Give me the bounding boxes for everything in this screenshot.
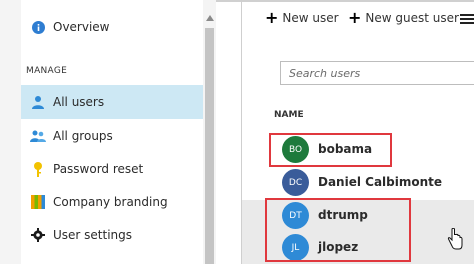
new-user-button[interactable]: + New user: [265, 10, 339, 26]
sidebar-item-all-users[interactable]: All users: [21, 85, 203, 119]
highlight-box-selected-users: [265, 198, 411, 262]
avatar: DC: [282, 169, 309, 196]
highlight-box-bobama: [269, 133, 392, 167]
branding-icon: [30, 194, 46, 210]
gear-icon: [30, 227, 46, 243]
sidebar-item-password-reset[interactable]: Password reset: [21, 153, 203, 185]
sidebar-item-label: Company branding: [53, 195, 168, 209]
new-guest-user-button[interactable]: + New guest user: [348, 10, 459, 26]
plus-icon: +: [348, 8, 362, 27]
column-header-name: NAME: [274, 110, 304, 120]
new-user-label: New user: [282, 11, 339, 25]
info-icon: [30, 19, 46, 35]
hand-cursor-icon: [447, 227, 463, 250]
sidebar-item-user-settings[interactable]: User settings: [21, 219, 203, 251]
sidebar-item-label: User settings: [53, 228, 133, 242]
manage-section-header: MANAGE: [26, 66, 68, 76]
plus-icon: +: [265, 8, 279, 27]
sidebar-item-label: Password reset: [53, 162, 144, 176]
sidebar-item-label: All users: [53, 95, 105, 109]
sidebar-item-label: All groups: [53, 129, 113, 143]
sidebar-item-company-branding[interactable]: Company branding: [21, 186, 203, 218]
sidebar-item-all-groups[interactable]: All groups: [21, 120, 203, 152]
groups-icon: [30, 128, 46, 144]
sidebar-item-label: Overview: [53, 20, 110, 34]
key-icon: [30, 161, 46, 177]
sidebar-item-overview[interactable]: Overview: [21, 13, 203, 41]
new-guest-user-label: New guest user: [365, 11, 459, 25]
scroll-up-arrow-icon[interactable]: [205, 13, 215, 23]
search-input[interactable]: Search users: [280, 61, 474, 85]
user-name[interactable]: Daniel Calbimonte: [318, 175, 442, 189]
user-icon: [30, 94, 46, 110]
columns-icon[interactable]: [460, 14, 474, 26]
sidebar-scrollbar[interactable]: [205, 28, 214, 264]
